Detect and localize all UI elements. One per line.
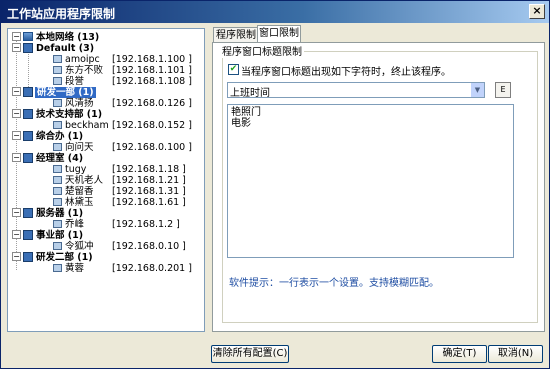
tree-item-name[interactable]: tugy — [65, 164, 86, 175]
tree-item-ip: [192.168.1.18 ] — [112, 164, 186, 175]
keyword-textarea[interactable]: 艳照门 电影 — [227, 104, 514, 258]
tree-item-ip: [192.168.0.10 ] — [112, 241, 186, 252]
schedule-dropdown[interactable]: 上班时间 ▼ — [227, 82, 485, 99]
keyword-line: 电影 — [231, 118, 251, 129]
collapse-toggle[interactable]: − — [12, 230, 21, 239]
tree-item-ip: [192.168.1.2 ] — [112, 219, 180, 230]
collapse-toggle[interactable]: − — [12, 153, 21, 162]
tree-item-name[interactable]: 段誉 — [65, 76, 84, 87]
computer-icon — [53, 77, 62, 85]
tree-item-ip: [192.168.1.101 ] — [112, 65, 192, 76]
tree-item-name[interactable]: 黄蓉 — [65, 263, 84, 274]
tree-group-label[interactable]: 研发一部 (1) — [35, 87, 96, 98]
computer-icon — [53, 55, 62, 63]
edit-schedule-button[interactable]: E — [495, 82, 511, 98]
tree-group-label[interactable]: 事业部 (1) — [36, 230, 83, 241]
chevron-down-icon[interactable]: ▼ — [471, 83, 484, 97]
collapse-toggle[interactable]: − — [12, 208, 21, 217]
group-icon — [23, 153, 33, 163]
computer-icon — [53, 187, 62, 195]
tree-item-name[interactable]: amoipc — [65, 54, 100, 65]
computer-icon — [53, 176, 62, 184]
collapse-toggle[interactable]: − — [12, 131, 21, 140]
group-icon — [23, 43, 33, 53]
tree-item-ip: [192.168.0.201 ] — [112, 263, 192, 274]
schedule-dropdown-value: 上班时间 — [230, 88, 270, 99]
computer-icon — [53, 66, 62, 74]
clear-all-config-button[interactable]: 清除所有配置(C) — [211, 345, 289, 363]
tree-item-ip: [192.168.0.126 ] — [112, 98, 192, 109]
group-icon — [23, 208, 33, 218]
tab-window-limit[interactable]: 窗口限制 — [257, 25, 301, 43]
collapse-toggle[interactable]: − — [12, 32, 21, 41]
collapse-toggle[interactable]: − — [12, 109, 21, 118]
keyword-line: 艳照门 — [231, 107, 261, 118]
tree-item-name[interactable]: 向问天 — [65, 142, 94, 153]
cancel-button[interactable]: 取消(N) — [488, 345, 543, 363]
tree-item-name[interactable]: 林黛玉 — [65, 197, 94, 208]
collapse-toggle[interactable]: − — [12, 43, 21, 52]
tree-item-name[interactable]: 东方不败 — [65, 65, 103, 76]
computer-icon — [53, 242, 62, 250]
tree-group-label[interactable]: 服务器 (1) — [36, 208, 83, 219]
group-icon — [23, 87, 33, 97]
tree-group-label[interactable]: 综合办 (1) — [36, 131, 83, 142]
computer-icon — [53, 121, 62, 129]
group-icon — [23, 252, 33, 262]
ok-button[interactable]: 确定(T) — [432, 345, 487, 363]
tree-group-label[interactable]: 经理室 (4) — [36, 153, 83, 164]
computer-icon — [53, 264, 62, 272]
computer-icon — [53, 99, 62, 107]
tree-item-ip: [192.168.1.108 ] — [112, 76, 192, 87]
tree-item-ip: [192.168.1.100 ] — [112, 54, 192, 65]
tree-item-name[interactable]: 乔峰 — [65, 219, 84, 230]
tree-item-ip: [192.168.1.21 ] — [112, 175, 186, 186]
tree-item-ip: [192.168.0.100 ] — [112, 142, 192, 153]
tab-program-limit[interactable]: 程序限制 — [213, 27, 259, 43]
collapse-toggle[interactable]: − — [12, 252, 21, 261]
collapse-toggle[interactable]: − — [12, 87, 21, 96]
workstation-tree[interactable]: − 本地网络 (13) − Default (3) amoipc [192.16… — [7, 28, 205, 332]
terminate-checkbox-label[interactable]: 当程序窗口标题出现如下字符时，终止该程序。 — [241, 63, 451, 78]
terminate-checkbox[interactable]: ✔ — [228, 64, 239, 75]
computer-icon — [53, 220, 62, 228]
tree-group-label[interactable]: 研发二部 (1) — [36, 252, 93, 263]
tree-item-name[interactable]: 楚留香 — [65, 186, 94, 197]
network-icon — [23, 32, 33, 41]
close-button[interactable]: × — [529, 4, 545, 19]
computer-icon — [53, 143, 62, 151]
group-icon — [23, 230, 33, 240]
tree-group-label[interactable]: 技术支持部 (1) — [36, 109, 102, 120]
tree-item-ip: [192.168.0.152 ] — [112, 120, 192, 131]
group-icon — [23, 109, 33, 119]
tree-item-ip: [192.168.1.31 ] — [112, 186, 186, 197]
title-bar[interactable]: 工作站应用程序限制 × — [1, 1, 549, 23]
tree-group-label[interactable]: Default (3) — [36, 43, 94, 54]
window-title: 工作站应用程序限制 — [7, 7, 116, 21]
group-legend: 程序窗口标题限制 — [220, 43, 304, 58]
tree-item-name[interactable]: 风清扬 — [65, 98, 94, 109]
software-hint: 软件提示：一行表示一个设置。支持模糊匹配。 — [229, 278, 439, 289]
group-icon — [23, 131, 33, 141]
computer-icon — [53, 165, 62, 173]
tree-item-name[interactable]: 令狐冲 — [65, 241, 94, 252]
tree-root-label[interactable]: 本地网络 (13) — [36, 32, 99, 43]
computer-icon — [53, 198, 62, 206]
tree-item-ip: [192.168.1.61 ] — [112, 197, 186, 208]
app-window: 工作站应用程序限制 × − 本地网络 (13) − Default (3) am… — [0, 0, 550, 369]
tree-item-name[interactable]: 天机老人 — [65, 175, 103, 186]
tree-item-name[interactable]: beckham — [65, 120, 109, 131]
